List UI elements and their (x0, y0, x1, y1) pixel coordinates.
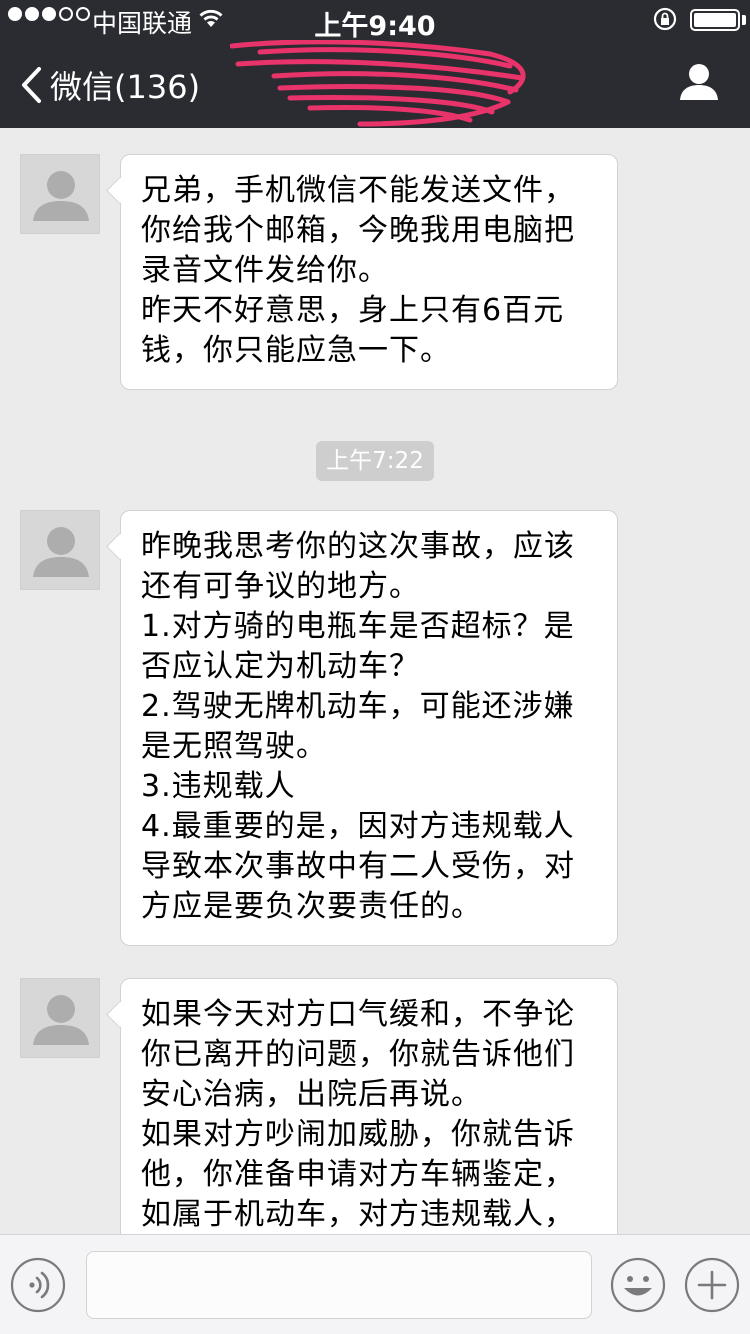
default-avatar-icon[interactable] (20, 510, 100, 590)
battery-tip (742, 15, 746, 25)
message-input[interactable] (86, 1251, 592, 1319)
default-avatar-icon[interactable] (20, 978, 100, 1058)
timestamp-label: 上午7:22 (316, 441, 434, 481)
nav-bar: 微信(136) (0, 39, 750, 128)
message-bubble[interactable]: 昨晚我思考你的这次事故，应该还有可争议的地方。 1.对方骑的电瓶车是否超标？是否… (120, 510, 618, 946)
battery-icon (690, 9, 740, 31)
emoji-button[interactable] (610, 1257, 666, 1317)
redacted-chat-title (229, 39, 530, 134)
voice-button[interactable] (10, 1257, 66, 1317)
more-button[interactable] (684, 1257, 740, 1317)
person-icon (680, 64, 718, 100)
back-button[interactable]: 微信(136) (20, 62, 200, 108)
plus-icon (684, 1257, 740, 1313)
smiley-icon (610, 1257, 666, 1313)
rotation-lock-icon (652, 6, 678, 39)
message-bubble[interactable]: 兄弟，手机微信不能发送文件，你给我个邮箱，今晚我用电脑把录音文件发给你。 昨天不… (120, 154, 618, 390)
top-bar: 中国联通 上午9:40 微信(136) (0, 0, 750, 128)
back-label: 微信(136) (50, 68, 201, 106)
status-bar: 中国联通 上午9:40 (0, 0, 750, 42)
input-bar (0, 1234, 750, 1334)
default-avatar-icon[interactable] (20, 154, 100, 234)
status-time: 上午9:40 (314, 11, 436, 42)
message-bubble[interactable]: 如果今天对方口气缓和，不争论你已离开的问题，你就告诉他们安心治病，出院后再说。 … (120, 978, 618, 1234)
voice-icon (10, 1257, 66, 1313)
chat-message-list[interactable]: 兄弟，手机微信不能发送文件，你给我个邮箱，今晚我用电脑把录音文件发给你。 昨天不… (0, 128, 750, 1234)
chevron-left-icon (22, 67, 41, 103)
chat-info-button[interactable] (678, 62, 720, 106)
